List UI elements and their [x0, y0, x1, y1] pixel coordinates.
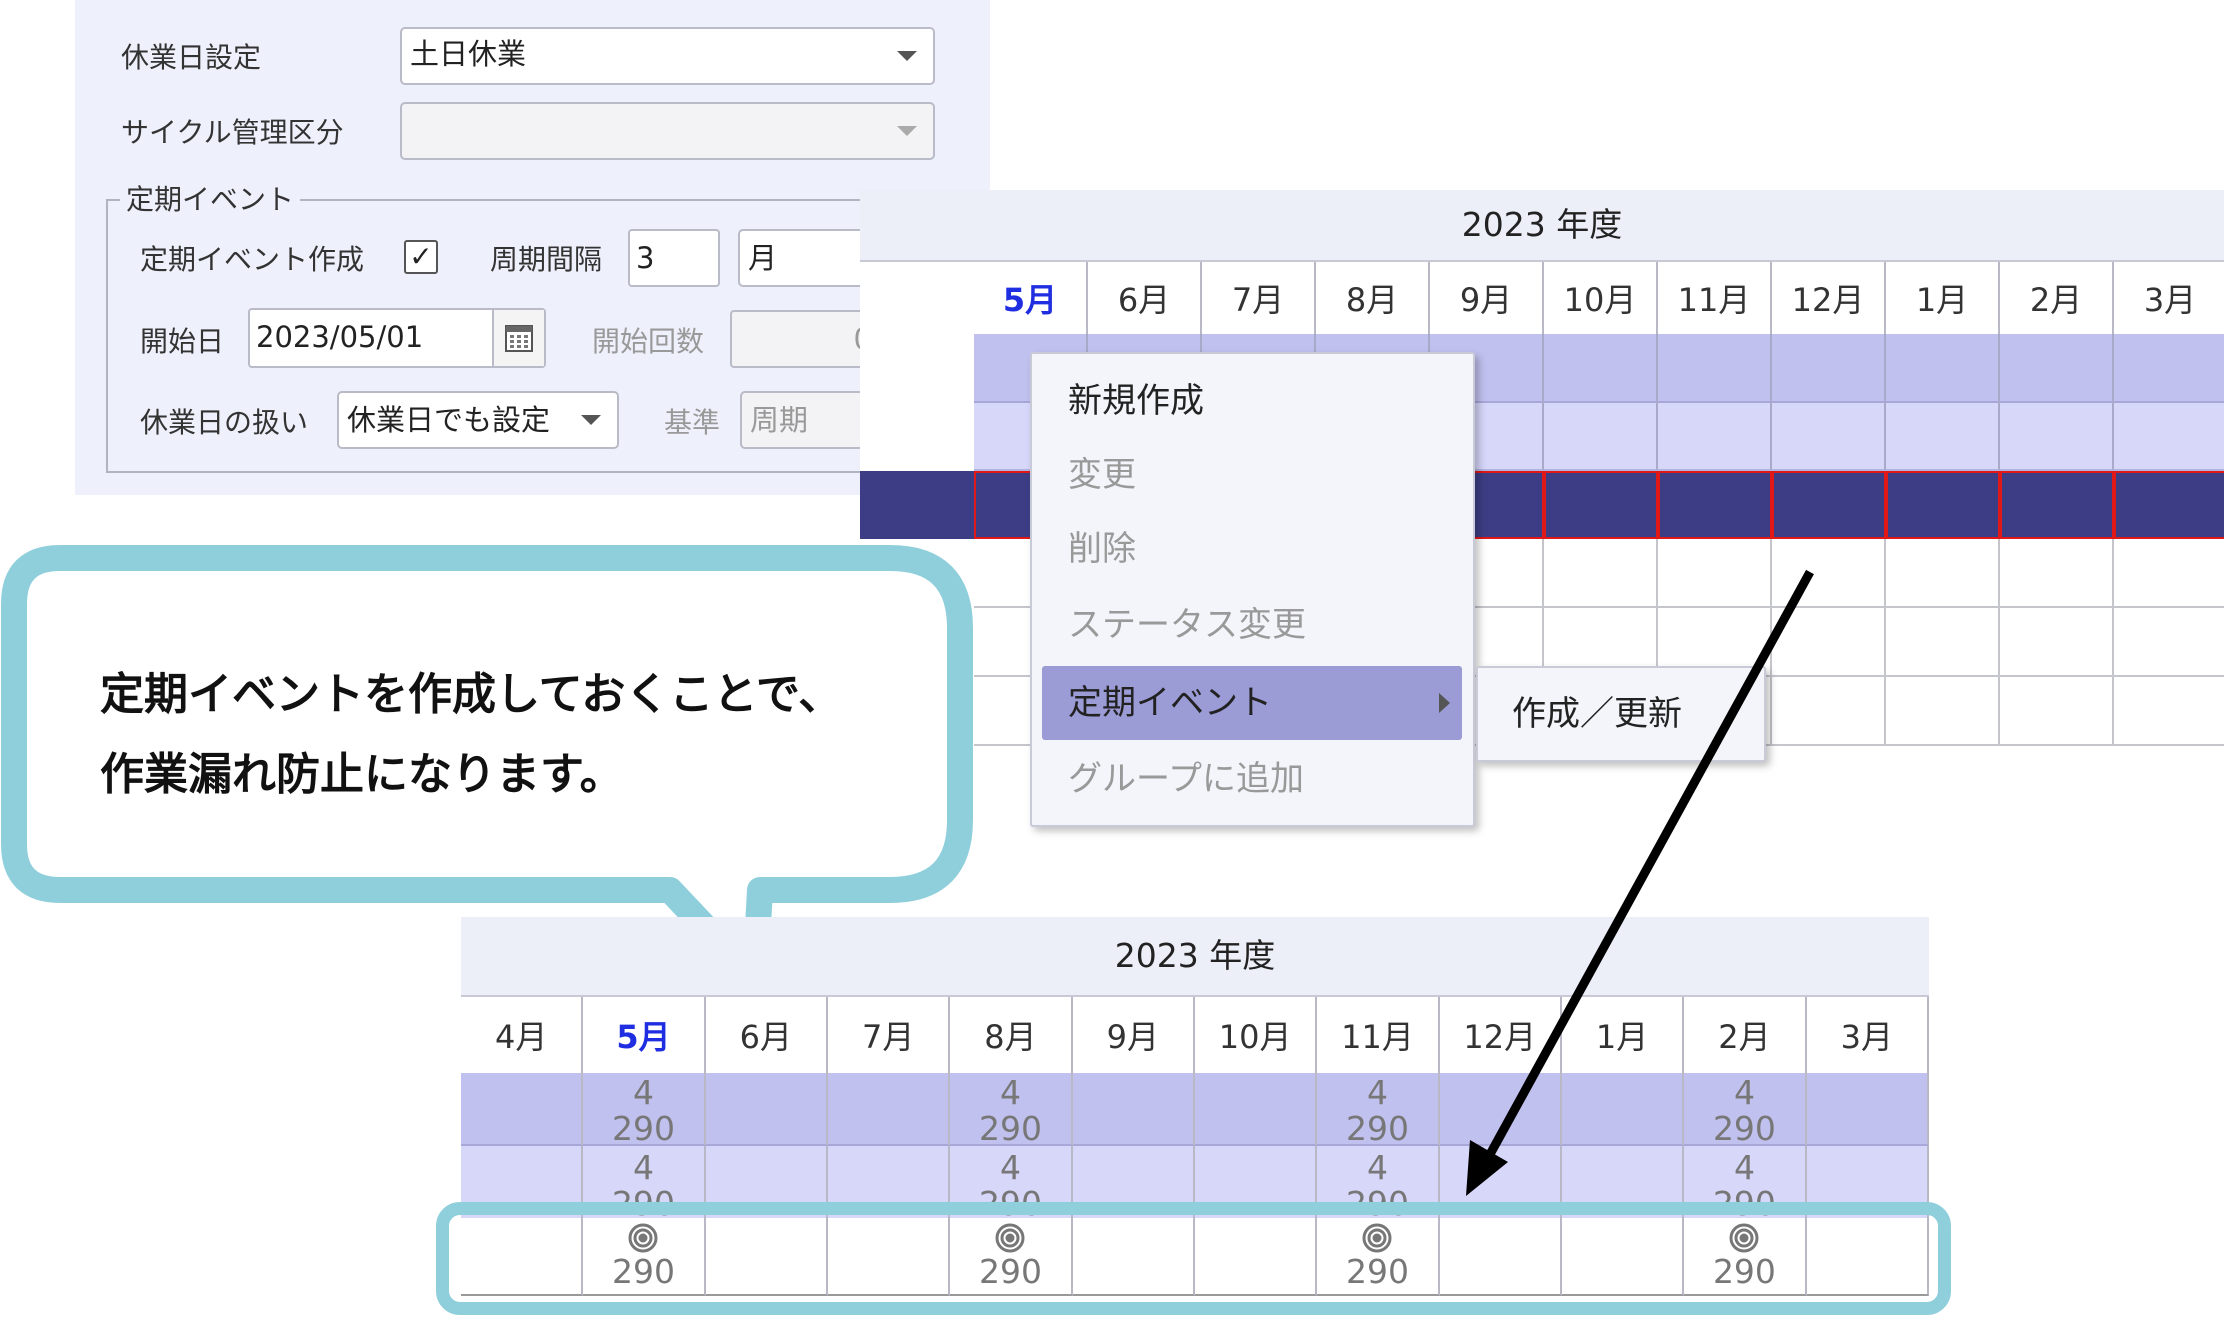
cell-value: 4	[1733, 1148, 1755, 1187]
month-header-cell: 2月	[1684, 997, 1807, 1073]
calendar-cell[interactable]	[827, 1073, 951, 1146]
month-header-cell: 10月	[1194, 997, 1318, 1073]
calendar-cell[interactable]	[705, 1073, 828, 1146]
callout-line-2: 作業漏れ防止になります。	[100, 749, 624, 800]
cell-value: 4	[999, 1073, 1021, 1112]
month-header-cell: 7月	[827, 997, 951, 1073]
cell-value: 290	[611, 1108, 675, 1146]
month-header-cell: 1月	[1561, 997, 1685, 1073]
calendar-cell[interactable]: 4 290	[950, 1073, 1073, 1146]
month-header-cell: 4月	[461, 997, 584, 1073]
calendar-row-1-bottom: 4 290 4 290 4 290 4 290	[461, 1073, 1929, 1146]
calendar-cell[interactable]: 4 290	[1684, 1073, 1807, 1146]
month-header-cell: 6月	[705, 997, 828, 1073]
month-header-cell: 12月	[1439, 997, 1562, 1073]
calendar-cell[interactable]	[1806, 1073, 1929, 1146]
month-header-cell: 8月	[950, 997, 1073, 1073]
callout-text: 定期イベントを作成しておくことで、 作業漏れ防止になります。	[100, 655, 920, 815]
calendar-cell[interactable]	[461, 1073, 584, 1146]
fiscal-year-header-bottom: 2023 年度	[461, 917, 1929, 997]
recurring-row-highlight	[436, 1202, 1951, 1315]
calendar-cell[interactable]: 4 290	[1317, 1073, 1440, 1146]
cell-value: 290	[1712, 1108, 1776, 1146]
cell-value: 4	[1366, 1148, 1388, 1187]
month-header-cell: 9月	[1072, 997, 1195, 1073]
callout-line-1: 定期イベントを作成しておくことで、	[100, 669, 843, 720]
cell-value: 4	[1733, 1073, 1755, 1112]
calendar-cell[interactable]	[1072, 1073, 1195, 1146]
month-header-cell: 5月	[583, 997, 706, 1073]
month-header-cell: 11月	[1317, 997, 1440, 1073]
calendar-cell[interactable]	[1194, 1073, 1318, 1146]
cell-value: 4	[632, 1073, 654, 1112]
calendar-cell[interactable]: 4 290	[583, 1073, 706, 1146]
cell-value: 4	[632, 1148, 654, 1187]
month-header-cell: 3月	[1806, 997, 1929, 1073]
calendar-cell[interactable]	[1439, 1073, 1562, 1146]
month-header-row-bottom: 4月 5月 6月 7月 8月 9月 10月 11月 12月 1月 2月 3月	[461, 997, 1929, 1073]
calendar-cell[interactable]	[1561, 1073, 1685, 1146]
cell-value: 4	[999, 1148, 1021, 1187]
cell-value: 4	[1366, 1073, 1388, 1112]
cell-value: 290	[1345, 1108, 1409, 1146]
cell-value: 290	[978, 1108, 1042, 1146]
